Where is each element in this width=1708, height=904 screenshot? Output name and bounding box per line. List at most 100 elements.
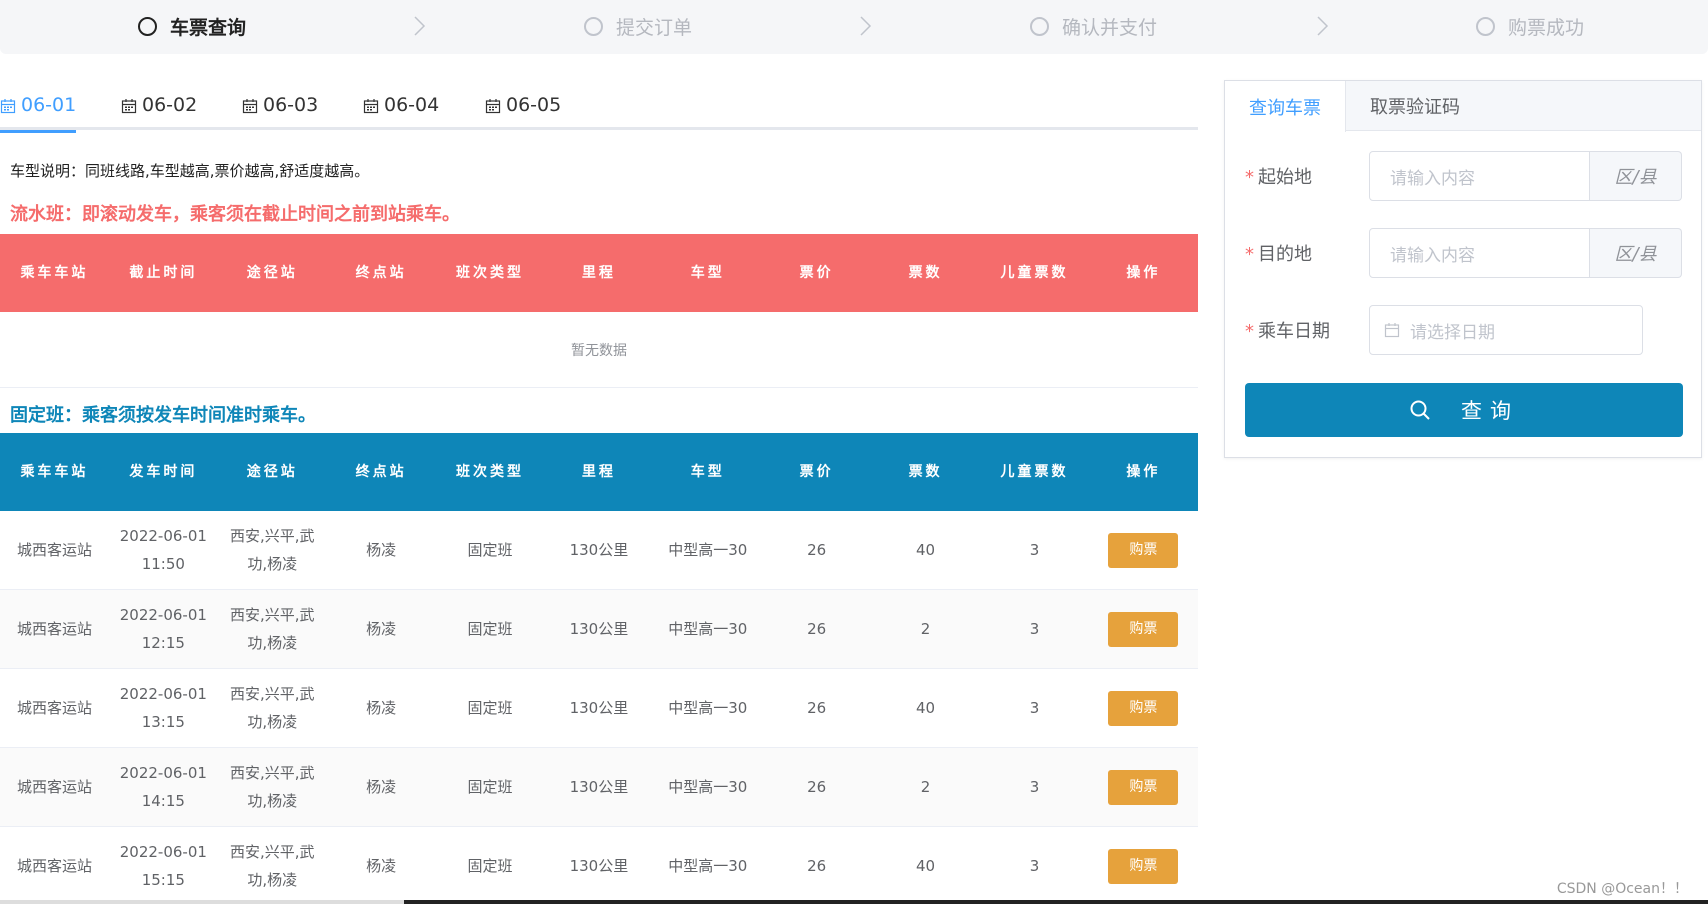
column-header: 操作 <box>1126 464 1161 480</box>
cell-tickets: 2 <box>920 620 931 638</box>
chevron-right-icon <box>854 15 876 37</box>
buy-ticket-button[interactable]: 购票 <box>1108 611 1179 647</box>
cell-distance: 130公里 <box>569 541 629 559</box>
calendar-icon <box>485 99 501 114</box>
cell-time: 13:15 <box>141 713 185 731</box>
step-circle-icon <box>1030 16 1049 36</box>
tab-pickup-code[interactable]: 取票验证码 <box>1346 81 1484 131</box>
cell-via-line1: 西安,兴平,武 <box>229 685 315 703</box>
cell-departure: 2022-06-01 11:50 <box>109 511 218 589</box>
query-panel: 查询车票 取票验证码 * 起始地 请输入内容 区/县 * 目的地 请输入内容 区/县… <box>1224 80 1702 458</box>
cell-vehicle: 中型高一30 <box>668 857 748 875</box>
cell-type: 固定班 <box>467 620 513 638</box>
cell-vehicle: 中型高一30 <box>668 778 748 796</box>
step-circle-icon <box>1476 16 1495 36</box>
watermark: CSDN @Ocean！！ <box>1556 881 1688 897</box>
bottom-scrollbar <box>0 900 1708 904</box>
cell-via: 西安,兴平,武 功,杨凌 <box>218 748 327 826</box>
cell-child-tickets: 3 <box>1029 699 1040 717</box>
cell-date: 2022-06-01 <box>119 764 207 782</box>
tab-date-0603[interactable]: 06-03 <box>242 94 318 130</box>
cell-via-line2: 功,杨凌 <box>247 555 298 573</box>
cell-station: 城西客运站 <box>16 857 92 875</box>
table-row: 城西客运站 2022-06-01 13:15 西安,兴平,武 功,杨凌 杨凌 固定班… <box>0 669 1198 748</box>
cell-vehicle: 中型高一30 <box>668 620 748 638</box>
tab-date-0604[interactable]: 06-04 <box>363 94 439 130</box>
origin-input[interactable]: 请输入内容 <box>1369 151 1590 201</box>
calendar-icon <box>242 99 258 114</box>
tab-label: 06-02 <box>142 94 198 116</box>
rolling-schedule-title: 流水班：即滚动发车，乘客须在截止时间之前到站乘车。 <box>10 204 460 225</box>
cell-price: 26 <box>807 778 827 796</box>
column-header: 票价 <box>799 265 834 281</box>
column-header: 里程 <box>581 464 616 480</box>
column-header: 班次类型 <box>456 464 524 480</box>
cell-vehicle: 中型高一30 <box>668 541 748 559</box>
panel-tabs: 查询车票 取票验证码 <box>1225 81 1701 132</box>
cell-distance: 130公里 <box>569 857 629 875</box>
cell-distance: 130公里 <box>569 778 629 796</box>
cell-departure: 2022-06-01 14:15 <box>109 748 218 826</box>
step-submit-order: 提交订单 <box>584 12 692 40</box>
required-mark: * <box>1245 167 1254 188</box>
cell-via: 西安,兴平,武 功,杨凌 <box>218 511 327 589</box>
date-label-text: 乘车日期 <box>1258 321 1330 342</box>
cell-terminal: 杨凌 <box>366 778 397 796</box>
column-header: 儿童票数 <box>1000 464 1069 480</box>
buy-ticket-button[interactable]: 购票 <box>1108 848 1179 884</box>
cell-price: 26 <box>807 699 827 717</box>
cell-vehicle: 中型高一30 <box>668 699 748 717</box>
tab-date-0605[interactable]: 06-05 <box>485 94 561 130</box>
empty-data-text: 暂无数据 <box>0 312 1198 388</box>
tab-date-0601[interactable]: 06-01 <box>0 94 77 133</box>
cell-station: 城西客运站 <box>16 620 92 638</box>
column-header: 途径站 <box>246 265 298 281</box>
step-confirm-pay: 确认并支付 <box>1030 12 1157 40</box>
tab-label: 06-05 <box>506 94 562 116</box>
date-picker-input[interactable]: 请选择日期 <box>1369 305 1643 355</box>
column-header: 儿童票数 <box>1000 265 1069 281</box>
destination-input[interactable]: 请输入内容 <box>1369 228 1590 278</box>
destination-district-append[interactable]: 区/县 <box>1590 228 1682 278</box>
cell-child-tickets: 3 <box>1029 778 1040 796</box>
cell-via-line1: 西安,兴平,武 <box>229 606 315 624</box>
cell-date: 2022-06-01 <box>119 606 207 624</box>
cell-via-line2: 功,杨凌 <box>247 713 298 731</box>
tab-label: 06-04 <box>384 94 440 116</box>
fixed-schedule-title: 固定班：乘客须按发车时间准时乘车。 <box>10 405 316 426</box>
buy-ticket-button[interactable]: 购票 <box>1108 769 1179 805</box>
cell-via-line1: 西安,兴平,武 <box>229 764 315 782</box>
cell-via-line2: 功,杨凌 <box>247 792 298 810</box>
cell-time: 11:50 <box>141 555 185 573</box>
column-header: 票数 <box>908 265 943 281</box>
cell-station: 城西客运站 <box>16 778 92 796</box>
column-header: 乘车车站 <box>20 265 89 281</box>
calendar-icon <box>0 99 16 114</box>
table-row: 城西客运站 2022-06-01 12:15 西安,兴平,武 功,杨凌 杨凌 固定班… <box>0 590 1198 669</box>
query-button[interactable]: 查询 <box>1245 383 1683 437</box>
cell-via-line1: 西安,兴平,武 <box>229 527 315 545</box>
step-circle-icon <box>138 16 157 36</box>
cell-tickets: 40 <box>916 541 936 559</box>
column-header: 终点站 <box>355 265 407 281</box>
buy-ticket-button[interactable]: 购票 <box>1108 532 1179 568</box>
step-label: 提交订单 <box>616 16 693 39</box>
column-header: 票价 <box>799 464 834 480</box>
buy-ticket-button[interactable]: 购票 <box>1108 690 1179 726</box>
calendar-icon <box>121 99 137 114</box>
tab-query-tickets[interactable]: 查询车票 <box>1225 81 1346 132</box>
cell-price: 26 <box>807 620 827 638</box>
cell-station: 城西客运站 <box>16 541 92 559</box>
tab-date-0602[interactable]: 06-02 <box>121 94 197 130</box>
cell-via: 西安,兴平,武 功,杨凌 <box>218 827 327 904</box>
origin-label-text: 起始地 <box>1258 167 1312 188</box>
cell-time: 14:15 <box>141 792 185 810</box>
cell-via: 西安,兴平,武 功,杨凌 <box>218 669 327 747</box>
fixed-table-body: 城西客运站 2022-06-01 11:50 西安,兴平,武 功,杨凌 杨凌 固定班… <box>0 511 1198 904</box>
calendar-icon <box>363 99 379 114</box>
origin-district-append[interactable]: 区/县 <box>1590 151 1682 201</box>
fixed-table-header: 乘车车站 发车时间 途径站 终点站 班次类型 里程 车型 票价 票数 儿童票数 … <box>0 433 1198 511</box>
step-circle-icon <box>584 16 603 36</box>
origin-label: * 起始地 <box>1245 163 1369 189</box>
cell-terminal: 杨凌 <box>366 857 397 875</box>
